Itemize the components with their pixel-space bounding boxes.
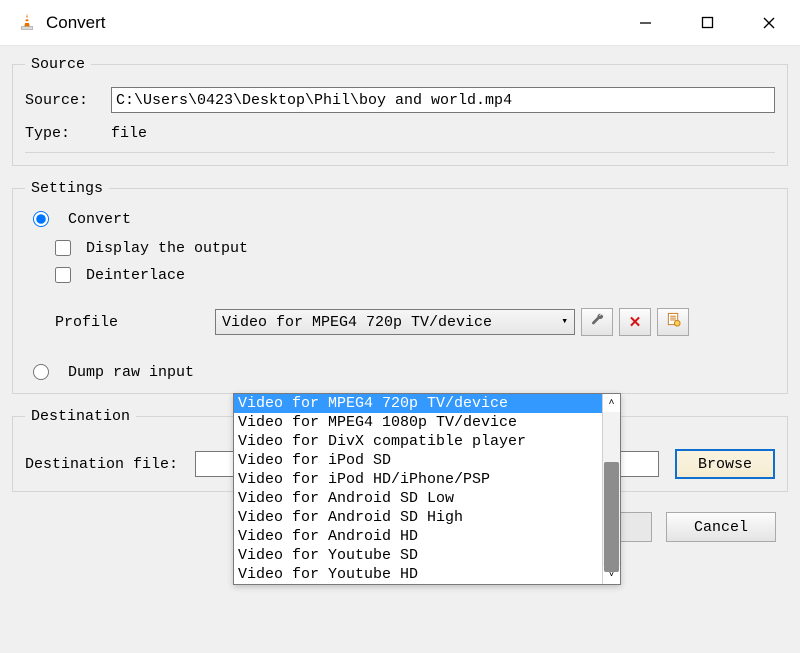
convert-radio[interactable] bbox=[33, 211, 49, 227]
profile-option[interactable]: Video for iPod SD bbox=[234, 451, 602, 470]
profile-label: Profile bbox=[55, 314, 215, 331]
profile-scrollbar[interactable]: ˄ ˅ bbox=[602, 394, 620, 584]
destination-legend: Destination bbox=[25, 408, 136, 425]
profile-option[interactable]: Video for DivX compatible player bbox=[234, 432, 602, 451]
window-title: Convert bbox=[46, 13, 106, 33]
source-label: Source: bbox=[25, 92, 111, 109]
convert-radio-label: Convert bbox=[68, 211, 131, 228]
browse-button[interactable]: Browse bbox=[675, 449, 775, 479]
cancel-button-label: Cancel bbox=[694, 519, 748, 536]
settings-legend: Settings bbox=[25, 180, 109, 197]
titlebar: Convert bbox=[0, 0, 800, 46]
profile-option[interactable]: Video for iPod HD/iPhone/PSP bbox=[234, 470, 602, 489]
scroll-up-icon[interactable]: ˄ bbox=[603, 394, 620, 412]
profile-dropdown-items: Video for MPEG4 720p TV/device Video for… bbox=[234, 394, 602, 584]
deinterlace-label: Deinterlace bbox=[86, 267, 185, 284]
delete-profile-button[interactable]: ✕ bbox=[619, 308, 651, 336]
profile-option[interactable]: Video for Youtube SD bbox=[234, 546, 602, 565]
convert-window: Convert Source Source: Type: file bbox=[0, 0, 800, 653]
doc-icon bbox=[666, 312, 681, 332]
profile-option[interactable]: Video for MPEG4 720p TV/device bbox=[234, 394, 602, 413]
vlc-cone-icon bbox=[16, 12, 38, 34]
edit-profile-button[interactable] bbox=[581, 308, 613, 336]
browse-button-label: Browse bbox=[698, 456, 752, 473]
maximize-button[interactable] bbox=[676, 0, 738, 45]
x-icon: ✕ bbox=[629, 313, 642, 331]
type-value: file bbox=[111, 125, 147, 142]
close-button[interactable] bbox=[738, 0, 800, 45]
new-profile-button[interactable] bbox=[657, 308, 689, 336]
source-separator bbox=[25, 152, 775, 153]
profile-option[interactable]: Video for MPEG4 1080p TV/device bbox=[234, 413, 602, 432]
profile-dropdown-value: Video for MPEG4 720p TV/device bbox=[222, 314, 492, 331]
profile-option[interactable]: Video for Android HD bbox=[234, 527, 602, 546]
destination-file-label: Destination file: bbox=[25, 456, 195, 473]
deinterlace-checkbox[interactable] bbox=[55, 267, 71, 283]
display-output-label: Display the output bbox=[86, 240, 248, 257]
dump-raw-radio[interactable] bbox=[33, 364, 49, 380]
wrench-icon bbox=[590, 312, 605, 332]
type-label: Type: bbox=[25, 125, 111, 142]
source-legend: Source bbox=[25, 56, 91, 73]
source-group: Source Source: Type: file bbox=[12, 56, 788, 166]
scroll-thumb[interactable] bbox=[604, 462, 619, 572]
scroll-track[interactable] bbox=[603, 412, 620, 566]
cancel-button[interactable]: Cancel bbox=[666, 512, 776, 542]
profile-option[interactable]: Video for Youtube HD bbox=[234, 565, 602, 584]
dump-raw-label: Dump raw input bbox=[68, 364, 194, 381]
profile-dropdown[interactable]: Video for MPEG4 720p TV/device bbox=[215, 309, 575, 335]
profile-option[interactable]: Video for Android SD Low bbox=[234, 489, 602, 508]
display-output-checkbox[interactable] bbox=[55, 240, 71, 256]
settings-group: Settings Convert Display the output Dein… bbox=[12, 180, 788, 394]
minimize-button[interactable] bbox=[614, 0, 676, 45]
window-body: Source Source: Type: file Settings Conve… bbox=[0, 46, 800, 554]
profile-option[interactable]: Video for Android SD High bbox=[234, 508, 602, 527]
source-input[interactable] bbox=[111, 87, 775, 113]
profile-dropdown-list[interactable]: Video for MPEG4 720p TV/device Video for… bbox=[233, 393, 621, 585]
window-controls bbox=[614, 0, 800, 45]
